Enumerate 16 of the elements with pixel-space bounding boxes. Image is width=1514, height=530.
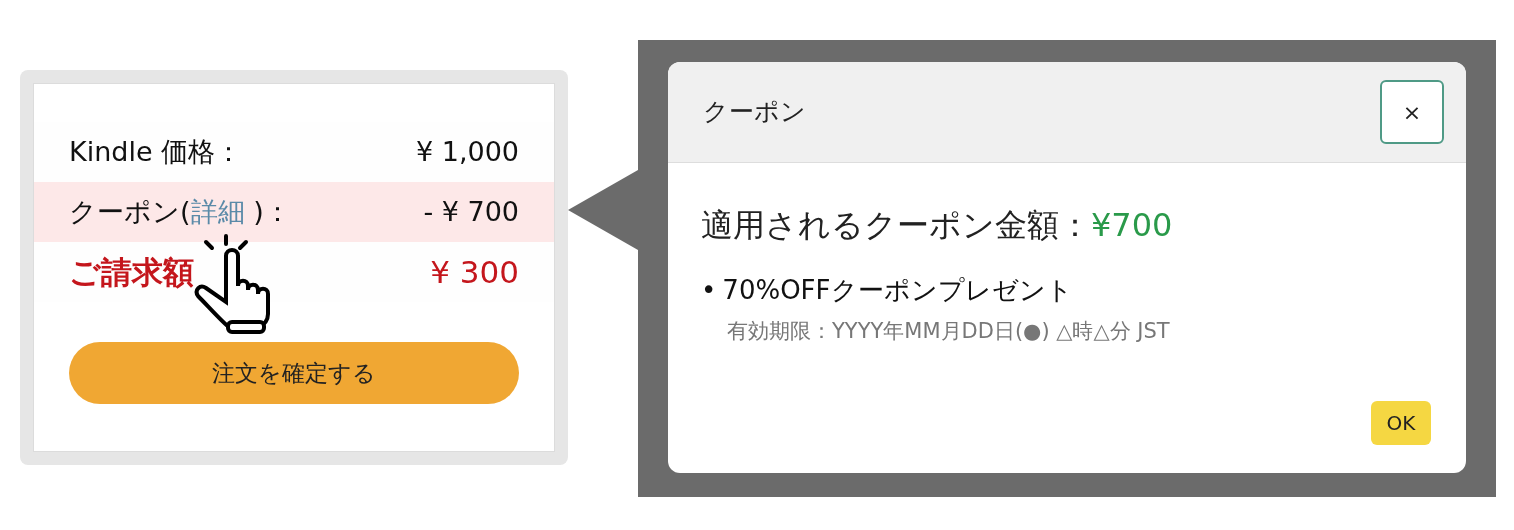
- row-amount: ¥ 1,000: [415, 134, 519, 169]
- coupon-amount: ¥700: [1091, 205, 1173, 246]
- coupon-amount-label: 適用されるクーポン金額：: [701, 205, 1091, 246]
- close-button[interactable]: ×: [1380, 80, 1444, 144]
- total-label: ご請求額: [69, 252, 194, 292]
- row-amount: - ¥ 700: [423, 194, 519, 229]
- total-amount: ¥ 300: [430, 252, 519, 292]
- expiry-text: 有効期限：YYYY年MM月DD日(●) △時△分 JST: [727, 318, 1171, 345]
- bullet: •: [701, 274, 717, 307]
- confirm-order-button[interactable]: 注文を確定する: [69, 342, 519, 404]
- coupon-title: 70%OFFクーポンプレゼント: [722, 274, 1073, 307]
- row-label: クーポン(: [69, 194, 191, 229]
- row-label-end: )：: [252, 194, 291, 229]
- ok-button[interactable]: OK: [1371, 401, 1431, 445]
- row-label: Kindle 価格：: [69, 134, 243, 169]
- dialog-title: クーポン: [703, 96, 806, 129]
